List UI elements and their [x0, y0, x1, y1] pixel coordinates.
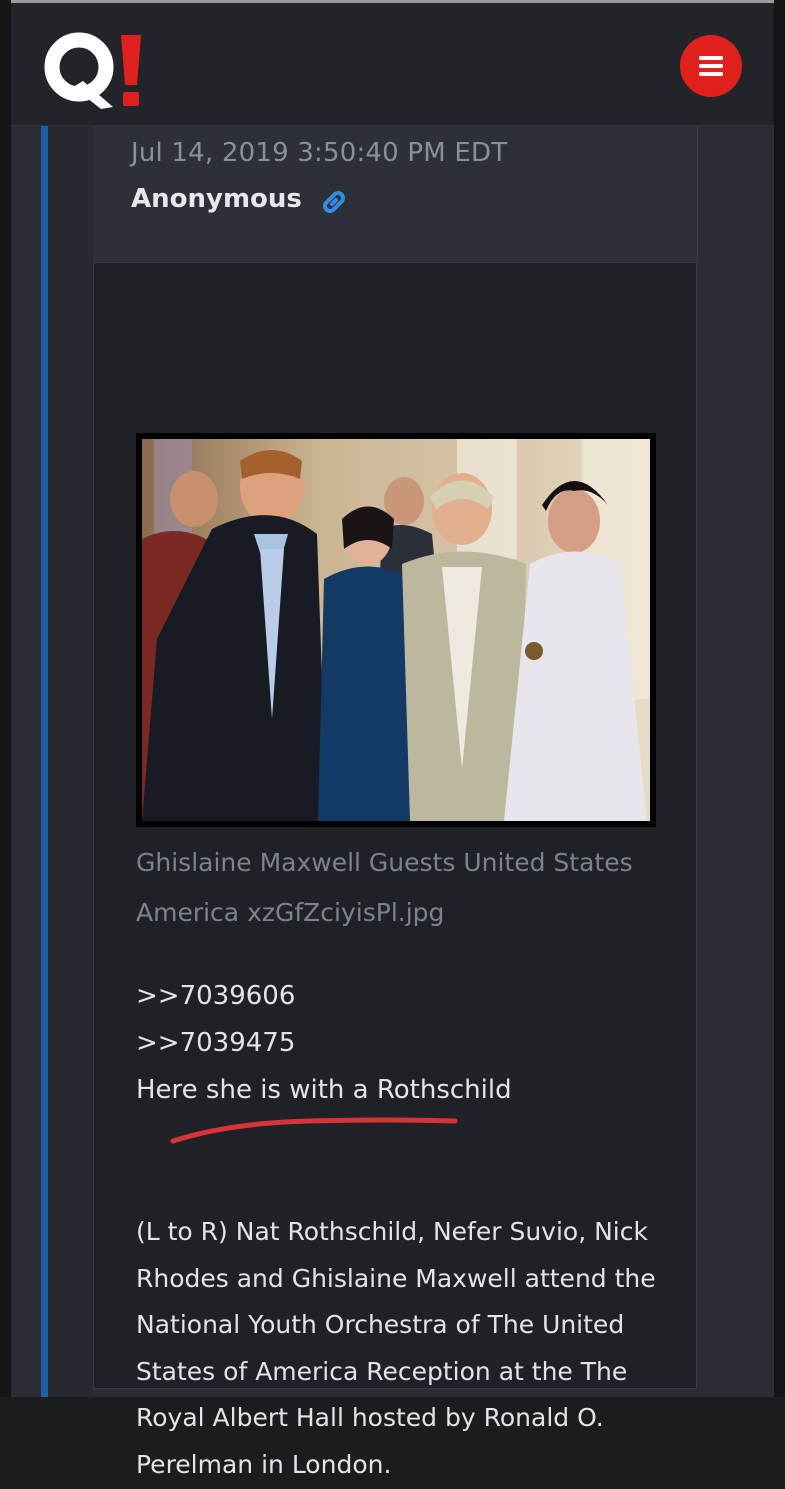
post-text-line: Here she is with a Rothschild	[136, 1075, 512, 1105]
thread-indicator-bar	[41, 126, 48, 1397]
post-caption: (L to R) Nat Rothschild, Nefer Suvio, Ni…	[136, 1217, 656, 1479]
event-photo	[142, 439, 650, 821]
menu-button[interactable]	[680, 35, 742, 97]
gutter	[48, 126, 93, 1397]
screen-edge-right	[774, 0, 785, 1397]
post-timestamp: Jul 14, 2019 3:50:40 PM EDT	[131, 138, 508, 168]
post-body: Ghislaine Maxwell Guests United States A…	[93, 262, 697, 1479]
post-author: Anonymous	[131, 184, 302, 214]
app-header	[11, 3, 774, 126]
hamburger-icon	[699, 56, 723, 76]
post-image[interactable]	[136, 433, 656, 827]
link-icon[interactable]	[318, 186, 350, 218]
post-page: Jul 14, 2019 3:50:40 PM EDT Anonymous Gh…	[11, 126, 774, 1479]
quote-link[interactable]: >>7039606	[136, 981, 295, 1011]
screen-edge-left	[0, 0, 11, 1397]
image-filename-link[interactable]: Ghislaine Maxwell Guests United States A…	[136, 838, 676, 938]
red-underline-annotation	[170, 1117, 458, 1144]
post-header: Jul 14, 2019 3:50:40 PM EDT Anonymous	[93, 126, 698, 262]
q-logo[interactable]	[43, 29, 153, 113]
quote-link[interactable]: >>7039475	[136, 1028, 295, 1058]
